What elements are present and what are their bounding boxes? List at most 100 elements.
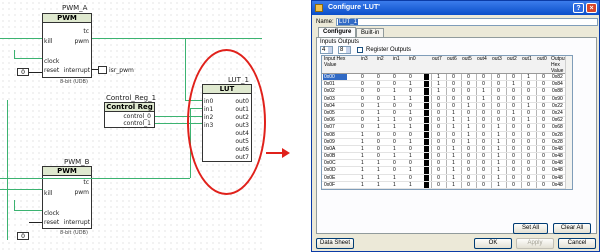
output-bit-cell[interactable]: 0: [446, 81, 460, 88]
ok-button[interactable]: OK: [474, 238, 512, 249]
output-bit-cell[interactable]: 0: [476, 74, 490, 81]
output-bit-cell[interactable]: 1: [446, 153, 460, 160]
output-bit-cell[interactable]: 1: [446, 145, 460, 153]
input-hex-cell[interactable]: 0x0B: [323, 153, 347, 159]
register-outputs-checkbox[interactable]: [357, 47, 363, 53]
output-bit-cell[interactable]: 1: [446, 160, 460, 167]
output-bit-cell[interactable]: 1: [491, 153, 505, 160]
output-bit-cell[interactable]: 0: [446, 138, 460, 145]
table-row[interactable]: 0x05 0 1 0 1 0 1 0 0 0 1 0 0 0x24: [322, 109, 572, 118]
output-bit-cell[interactable]: 1: [461, 131, 475, 138]
output-bit-cell[interactable]: 0: [431, 153, 445, 160]
output-bit-cell[interactable]: 1: [491, 138, 505, 145]
table-row[interactable]: 0x09 1 0 0 1 0 0 1 0 1 0 0 0 0x28: [322, 138, 572, 146]
output-bit-cell[interactable]: 1: [446, 167, 460, 174]
output-bit-cell[interactable]: 0: [521, 160, 535, 167]
output-bit-cell[interactable]: 1: [461, 102, 475, 109]
input-hex-cell[interactable]: 0x0C: [323, 160, 347, 166]
input-hex-cell[interactable]: 0x01: [323, 81, 347, 87]
output-bit-cell[interactable]: 0: [431, 167, 445, 174]
output-bit-cell[interactable]: 0: [536, 95, 550, 102]
output-bit-cell[interactable]: 1: [491, 124, 505, 131]
output-bit-cell[interactable]: 0: [506, 145, 520, 153]
output-bit-cell[interactable]: 0: [476, 102, 490, 109]
output-bit-cell[interactable]: 1: [491, 160, 505, 167]
output-bit-cell[interactable]: 1: [521, 74, 535, 81]
input-hex-cell[interactable]: 0x0F: [323, 182, 347, 188]
table-row[interactable]: 0x08 1 0 0 0 0 0 1 0 1 0 0 0 0x28: [322, 131, 572, 139]
output-bit-cell[interactable]: 0: [461, 181, 475, 188]
output-bit-cell[interactable]: 0: [536, 81, 550, 88]
tab-configure[interactable]: Configure: [318, 27, 357, 37]
output-bit-cell[interactable]: 0: [521, 81, 535, 88]
cancel-button[interactable]: Cancel: [558, 238, 596, 249]
table-row[interactable]: 0x04 0 1 0 0 0 0 1 0 0 0 1 0 0x22: [322, 102, 572, 110]
output-bit-cell[interactable]: 0: [461, 153, 475, 160]
output-bit-cell[interactable]: 0: [461, 88, 475, 95]
output-bit-cell[interactable]: 1: [521, 117, 535, 124]
input-hex-cell[interactable]: 0x07: [323, 124, 347, 130]
output-bit-cell[interactable]: 0: [446, 102, 460, 109]
output-bit-cell[interactable]: 0: [506, 117, 520, 124]
output-bit-cell[interactable]: 0: [431, 138, 445, 145]
output-bit-cell[interactable]: 0: [461, 174, 475, 181]
output-bit-cell[interactable]: 1: [491, 181, 505, 188]
output-bit-cell[interactable]: 0: [536, 153, 550, 160]
table-row[interactable]: 0x00 0 0 0 0 1 0 0 0 0 0 1 0 0x82: [322, 74, 572, 82]
output-bit-cell[interactable]: 0: [536, 181, 550, 188]
input-hex-cell[interactable]: 0x08: [323, 132, 347, 138]
output-bit-cell[interactable]: 0: [521, 145, 535, 153]
input-hex-cell[interactable]: 0x0A: [323, 146, 347, 152]
input-hex-cell[interactable]: 0x00: [323, 74, 347, 81]
input-hex-cell[interactable]: 0x0E: [323, 175, 347, 181]
table-row[interactable]: 0x0F 1 1 1 1 0 1 0 0 1 0 0 0 0x48: [322, 181, 572, 189]
output-bit-cell[interactable]: 1: [446, 124, 460, 131]
table-row[interactable]: 0x02 0 0 1 0 1 0 0 1 0 0 0 0 0x88: [322, 88, 572, 96]
input-hex-cell[interactable]: 0x09: [323, 139, 347, 145]
output-bit-cell[interactable]: 0: [506, 102, 520, 109]
output-bit-cell[interactable]: 0: [506, 131, 520, 138]
output-bit-cell[interactable]: 0: [446, 131, 460, 138]
output-bit-cell[interactable]: 0: [506, 174, 520, 181]
input-hex-cell[interactable]: 0x04: [323, 103, 347, 109]
output-bit-cell[interactable]: 1: [506, 81, 520, 88]
output-bit-cell[interactable]: 0: [476, 145, 490, 153]
output-bit-cell[interactable]: 1: [461, 124, 475, 131]
output-bit-cell[interactable]: 1: [446, 109, 460, 117]
output-bit-cell[interactable]: 1: [476, 88, 490, 95]
output-bit-cell[interactable]: 0: [476, 109, 490, 117]
output-bit-cell[interactable]: 1: [431, 88, 445, 95]
output-bit-cell[interactable]: 0: [461, 109, 475, 117]
control-reg-block[interactable]: Control Reg control_0 control_1: [104, 102, 155, 128]
output-bit-cell[interactable]: 0: [536, 117, 550, 124]
output-bit-cell[interactable]: 1: [521, 102, 535, 109]
output-bit-cell[interactable]: 0: [506, 88, 520, 95]
output-bit-cell[interactable]: 0: [506, 160, 520, 167]
output-bit-cell[interactable]: 0: [521, 124, 535, 131]
table-row[interactable]: 0x0C 1 1 0 0 0 1 0 0 1 0 0 0 0x48: [322, 160, 572, 168]
input-hex-cell[interactable]: 0x06: [323, 117, 347, 123]
output-bit-cell[interactable]: 1: [446, 117, 460, 124]
output-bit-cell[interactable]: 0: [431, 109, 445, 117]
close-icon[interactable]: ×: [586, 3, 597, 13]
output-bit-cell[interactable]: 0: [461, 145, 475, 153]
apply-button[interactable]: Apply: [516, 238, 554, 249]
clear-all-button[interactable]: Clear All: [553, 223, 591, 234]
output-bit-cell[interactable]: 0: [431, 124, 445, 131]
output-bit-cell[interactable]: 0: [476, 174, 490, 181]
output-bit-cell[interactable]: 0: [536, 102, 550, 109]
output-bit-cell[interactable]: 0: [536, 109, 550, 117]
table-row[interactable]: 0x07 0 1 1 1 0 1 1 0 1 0 0 0 0x68: [322, 124, 572, 132]
set-all-button[interactable]: Set All: [513, 223, 548, 234]
output-bit-cell[interactable]: 0: [461, 167, 475, 174]
table-row[interactable]: 0x03 0 0 1 1 0 0 0 1 0 0 0 0 0x90: [322, 95, 572, 103]
output-bit-cell[interactable]: 0: [521, 131, 535, 138]
output-bit-cell[interactable]: 0: [476, 81, 490, 88]
output-bit-cell[interactable]: 0: [536, 88, 550, 95]
output-bit-cell[interactable]: 1: [491, 174, 505, 181]
output-bit-cell[interactable]: 1: [491, 131, 505, 138]
output-bit-cell[interactable]: 1: [431, 74, 445, 81]
output-bit-cell[interactable]: 0: [521, 181, 535, 188]
table-row[interactable]: 0x06 0 1 1 0 0 1 1 0 0 0 1 0 0x62: [322, 117, 572, 125]
help-icon[interactable]: ?: [573, 3, 584, 13]
